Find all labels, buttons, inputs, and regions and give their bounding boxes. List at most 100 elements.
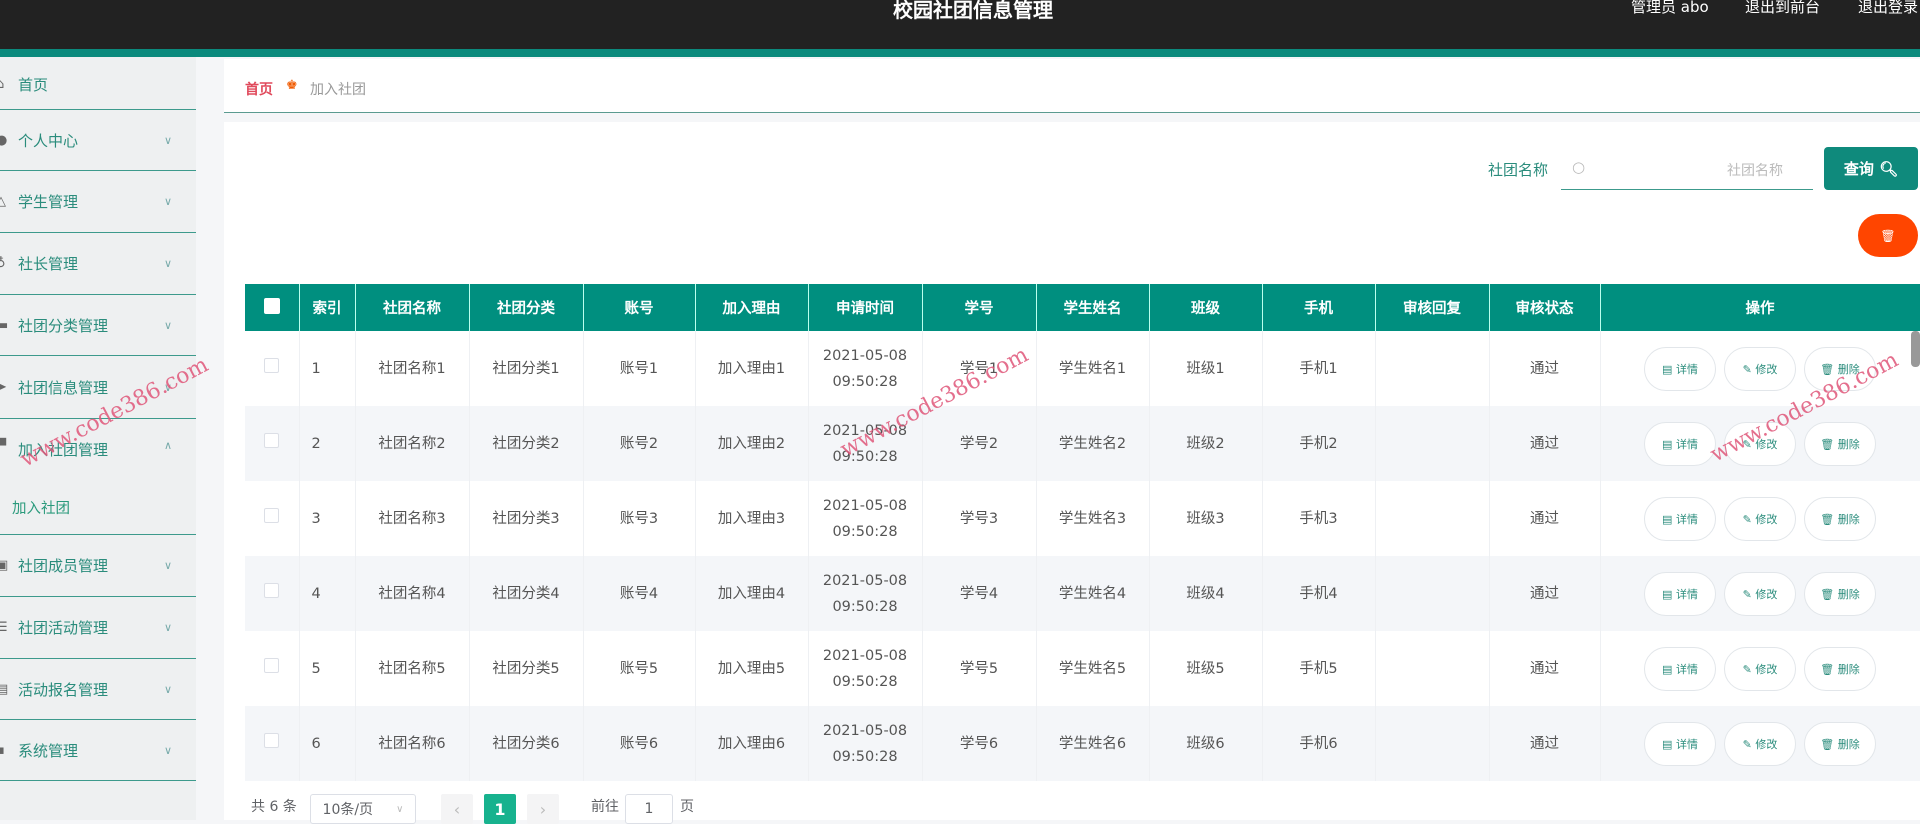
detail-button[interactable]: ▤ 详情 — [1644, 346, 1716, 391]
sidebar-item-11[interactable]: ▪ 系统管理 ∨ — [0, 720, 196, 781]
row-checkbox[interactable] — [245, 481, 300, 556]
edit-button[interactable]: ✎ 修改 — [1724, 421, 1796, 466]
detail-button[interactable]: ▤ 详情 — [1644, 571, 1716, 616]
logout-link[interactable]: 退出登录 — [1858, 0, 1918, 17]
table-cell: 学号4 — [922, 556, 1037, 631]
edit-icon: ✎ — [1742, 587, 1752, 601]
table-cell: 加入理由1 — [695, 331, 809, 406]
detail-button[interactable]: ▤ 详情 — [1644, 646, 1716, 691]
club-name-search-input[interactable] — [1561, 150, 1813, 190]
sidebar-item-label: 活动报名管理 — [18, 680, 109, 699]
sidebar-subitem-join-club[interactable]: 加入社团 — [12, 497, 70, 518]
sidebar-item-7[interactable]: ▀ 加入社团管理 ∧ 加入社团 — [0, 419, 196, 535]
admin-user-label: 管理员 abo — [1631, 0, 1709, 16]
batch-delete-button[interactable]: 🗑︎ — [1858, 214, 1918, 257]
edit-label: 修改 — [1755, 362, 1778, 376]
edit-button[interactable]: ✎ 修改 — [1724, 346, 1796, 391]
column-header: 学生姓名 — [1036, 284, 1150, 331]
detail-button[interactable]: ▤ 详情 — [1644, 496, 1716, 541]
sidebar-item-label: 学生管理 — [18, 193, 79, 211]
row-actions: ▤ 详情 ✎ 修改 🗑︎ 删除 — [1600, 406, 1920, 481]
delete-button[interactable]: 🗑︎ 删除 — [1804, 646, 1876, 691]
sidebar-item-4[interactable]: ♁ 社长管理 ∨ — [0, 233, 196, 295]
table-cell: 班级6 — [1149, 706, 1263, 781]
query-button[interactable]: 查询 🔍︎ — [1824, 147, 1918, 190]
row-checkbox[interactable] — [245, 631, 300, 706]
chevron-down-icon: ∨ — [164, 743, 173, 757]
delete-button[interactable]: 🗑︎ 删除 — [1804, 721, 1876, 766]
delete-label: 删除 — [1837, 362, 1860, 376]
sidebar-item-9[interactable]: ☰ 社团活动管理 ∨ — [0, 597, 196, 659]
sidebar-item-3[interactable]: △ 学生管理 ∨ — [0, 171, 196, 233]
sidebar-item-2[interactable]: ● 个人中心 ∨ — [0, 110, 196, 171]
sidebar-item-label: 社团活动管理 — [18, 619, 109, 637]
column-header: 学号 — [922, 284, 1037, 331]
sidebar-item-label: 首页 — [18, 75, 49, 94]
sidebar-item-10[interactable]: ▤ 活动报名管理 ∨ — [0, 659, 196, 720]
edit-button[interactable]: ✎ 修改 — [1724, 721, 1796, 766]
sidebar-item-label: 社团成员管理 — [18, 557, 109, 575]
row-checkbox[interactable] — [245, 556, 300, 631]
table-cell: 加入理由5 — [695, 631, 809, 706]
table-cell: 学生姓名2 — [1036, 406, 1150, 481]
detail-button[interactable]: ▤ 详情 — [1644, 721, 1716, 766]
column-header: 操作 — [1600, 284, 1920, 331]
table-cell: 班级3 — [1149, 481, 1263, 556]
delete-button[interactable]: 🗑︎ 删除 — [1804, 571, 1876, 616]
table-cell: 账号1 — [583, 331, 696, 406]
select-all-checkbox[interactable] — [245, 284, 300, 331]
table-cell: 2021-05-08 09:50:28 — [808, 406, 923, 481]
horizontal-scrollbar[interactable] — [1911, 331, 1920, 367]
table-row: 2 社团名称2 社团分类2 账号2 加入理由2 2021-05-08 09:50:28 学号… — [245, 406, 1920, 481]
table-cell — [1375, 631, 1490, 706]
mic-icon: ♁ — [0, 256, 6, 271]
row-checkbox[interactable] — [245, 706, 300, 781]
document-icon: ▤ — [1662, 737, 1673, 751]
row-actions: ▤ 详情 ✎ 修改 🗑︎ 删除 — [1600, 331, 1920, 406]
join-club-table: 索引 社团名称 社团分类 账号 加入理由 申请时间 学号 学生姓名 班级 手机 审核回复 审核状态 操作… — [245, 284, 1920, 781]
row-checkbox[interactable] — [245, 406, 300, 481]
breadcrumb — [224, 59, 1920, 113]
edit-button[interactable]: ✎ 修改 — [1724, 496, 1796, 541]
sidebar-item-5[interactable]: ▬ 社团分类管理 ∨ — [0, 295, 196, 356]
table-cell: 2021-05-08 09:50:28 — [808, 706, 923, 781]
edit-button[interactable]: ✎ 修改 — [1724, 646, 1796, 691]
chevron-down-icon: ∨ — [164, 682, 173, 696]
delete-button[interactable]: 🗑︎ 删除 — [1804, 496, 1876, 541]
sidebar-item-label: 加入社团管理 — [18, 441, 109, 459]
table-cell: 社团分类4 — [469, 556, 584, 631]
table-cell: 账号6 — [583, 706, 696, 781]
column-header: 申请时间 — [808, 284, 923, 331]
table-cell: 3 — [299, 481, 356, 556]
table-cell: 学生姓名3 — [1036, 481, 1150, 556]
delete-label: 删除 — [1837, 662, 1860, 676]
delete-button[interactable]: 🗑︎ 删除 — [1804, 421, 1876, 466]
detail-label: 详情 — [1675, 362, 1698, 376]
sidebar-item-1[interactable]: ⌂ 首页 — [0, 59, 196, 110]
edit-icon: ✎ — [1742, 662, 1752, 676]
exit-to-front-link[interactable]: 退出到前台 — [1745, 0, 1820, 17]
sidebar-item-6[interactable]: ➤ 社团信息管理 ∨ — [0, 356, 196, 419]
table-cell: 学号6 — [922, 706, 1037, 781]
detail-label: 详情 — [1675, 587, 1698, 601]
table-cell: 班级4 — [1149, 556, 1263, 631]
table-cell — [1375, 406, 1490, 481]
delete-label: 删除 — [1837, 437, 1860, 451]
breadcrumb-home[interactable]: 首页 — [245, 79, 273, 99]
delete-button[interactable]: 🗑︎ 删除 — [1804, 346, 1876, 391]
detail-label: 详情 — [1675, 737, 1698, 751]
edit-button[interactable]: ✎ 修改 — [1724, 571, 1796, 616]
column-header: 审核回复 — [1375, 284, 1490, 331]
table-cell: 手机6 — [1262, 706, 1376, 781]
table-cell: 学生姓名5 — [1036, 631, 1150, 706]
detail-button[interactable]: ▤ 详情 — [1644, 421, 1716, 466]
table-cell: 班级2 — [1149, 406, 1263, 481]
row-checkbox[interactable] — [245, 331, 300, 406]
table-cell: 班级5 — [1149, 631, 1263, 706]
edit-label: 修改 — [1755, 587, 1778, 601]
total-count: 共 6 条 — [251, 799, 297, 815]
clipboard-icon: ▣ — [0, 558, 9, 573]
sidebar-item-8[interactable]: ▣ 社团成员管理 ∨ — [0, 535, 196, 597]
chevron-down-icon: ∨ — [164, 621, 173, 634]
delete-label: 删除 — [1837, 512, 1860, 526]
